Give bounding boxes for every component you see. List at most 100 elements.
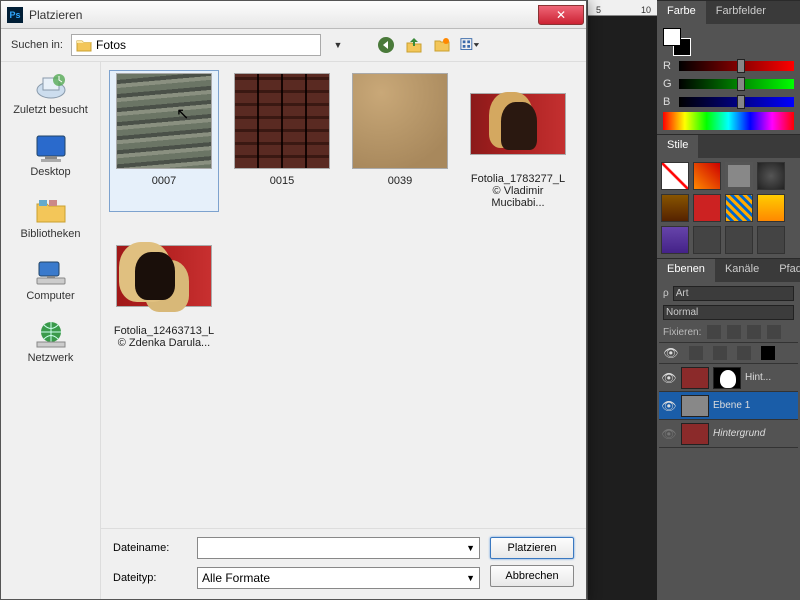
style-swatch[interactable] [757,162,785,190]
file-item[interactable]: 0015 [227,70,337,212]
style-swatch[interactable] [757,194,785,222]
eye-icon: 👁 [663,346,679,360]
filter-type-icon[interactable] [737,346,751,360]
file-label: Fotolia_1783277_L © Vladimir Mucibabi... [466,173,570,209]
channel-g-label: G [663,78,673,90]
r-slider[interactable] [679,61,794,71]
filter-adjust-icon[interactable] [713,346,727,360]
style-swatch[interactable] [693,194,721,222]
up-icon[interactable] [403,34,425,56]
channel-r-label: R [663,60,673,72]
lock-position-icon[interactable] [747,325,761,339]
filename-input[interactable]: ▼ [197,537,480,559]
file-item[interactable]: Fotolia_12463713_L © Zdenka Darula... [109,222,219,352]
layer-thumbnail[interactable] [681,395,709,417]
dropdown-arrow-icon[interactable]: ▼ [329,34,347,56]
layer-thumbnail[interactable] [681,367,709,389]
tab-kanaele[interactable]: Kanäle [715,259,769,282]
visibility-icon[interactable]: 👁 [661,427,677,441]
file-item[interactable]: Fotolia_1783277_L © Vladimir Mucibabi... [463,70,573,212]
sidebar-item-network[interactable]: Netzwerk [6,316,96,366]
sidebar-item-computer[interactable]: Computer [6,254,96,304]
filter-shape-icon[interactable] [761,346,775,360]
sidebar-item-recent[interactable]: Zuletzt besucht [6,68,96,118]
tab-ebenen[interactable]: Ebenen [657,259,715,282]
filename-label: Dateiname: [113,542,189,554]
lock-pixels-icon[interactable] [727,325,741,339]
foreground-background-swatch[interactable] [663,28,691,56]
b-slider[interactable] [679,97,794,107]
filter-pixel-icon[interactable] [689,346,703,360]
color-panel-tabs: Farbe Farbfelder [657,0,800,24]
sidebar-item-libraries[interactable]: Bibliotheken [6,192,96,242]
blend-mode-select[interactable]: Normal [663,305,794,320]
search-in-label: Suchen in: [11,39,63,51]
layer-name[interactable]: Hintergrund [713,428,796,439]
close-button[interactable]: ✕ [538,5,584,25]
g-slider[interactable] [679,79,794,89]
file-label: 0015 [230,175,334,187]
style-swatch[interactable] [693,162,721,190]
style-none[interactable] [661,162,689,190]
file-item[interactable]: 0039 [345,70,455,212]
filetype-label: Dateityp: [113,572,189,584]
app-icon: Ps [7,7,23,23]
place-button[interactable]: Platzieren [490,537,574,559]
spectrum-picker[interactable] [663,112,794,130]
layer-mask-thumbnail[interactable] [713,367,741,389]
sidebar-item-desktop[interactable]: Desktop [6,130,96,180]
file-thumbnail [352,73,448,169]
new-folder-icon[interactable] [431,34,453,56]
layer-thumbnail[interactable] [681,423,709,445]
folder-name: Fotos [96,38,126,52]
places-sidebar: Zuletzt besucht Desktop Bibliotheken Com… [1,62,101,599]
file-item[interactable]: 0007 [109,70,219,212]
canvas-area [588,16,658,600]
style-swatch[interactable] [725,194,753,222]
file-label: 0039 [348,175,452,187]
tab-stile[interactable]: Stile [657,135,698,158]
sidebar-item-label: Bibliotheken [21,228,81,240]
file-thumbnail [116,73,212,169]
visibility-icon[interactable]: 👁 [661,371,677,385]
sidebar-item-label: Netzwerk [28,352,74,364]
lock-transparent-icon[interactable] [707,325,721,339]
view-menu-icon[interactable] [459,34,481,56]
folder-dropdown[interactable]: Fotos [71,34,321,56]
cancel-button[interactable]: Abbrechen [490,565,574,587]
layer-row[interactable]: 👁 Hint... [659,364,798,392]
channel-b-label: B [663,96,673,108]
place-dialog: Ps Platzieren ✕ Suchen in: Fotos ▼ Zulet… [0,0,587,600]
layer-row[interactable]: 👁 Hintergrund [659,420,798,448]
styles-grid [657,158,800,258]
layer-name[interactable]: Hint... [745,372,796,383]
dialog-title: Platzieren [29,8,538,22]
tab-farbe[interactable]: Farbe [657,1,706,24]
sidebar-item-label: Zuletzt besucht [13,104,88,116]
tab-pfade[interactable]: Pfade [769,259,800,282]
layer-name[interactable]: Ebene 1 [713,400,796,411]
lock-all-icon[interactable] [767,325,781,339]
file-grid: 0007 0015 0039 Fotolia_1783277_L © Vladimir… [101,62,586,528]
tab-farbfelder[interactable]: Farbfelder [706,1,776,24]
style-swatch[interactable] [757,226,785,254]
close-icon: ✕ [556,8,566,22]
style-swatch[interactable] [725,226,753,254]
sidebar-item-label: Desktop [30,166,70,178]
style-swatch[interactable] [661,194,689,222]
style-swatch[interactable] [693,226,721,254]
layer-filter-select[interactable]: Art [673,286,794,301]
back-icon[interactable] [375,34,397,56]
lock-label: Fixieren: [663,327,701,338]
layer-row[interactable]: 👁 Ebene 1 [659,392,798,420]
titlebar[interactable]: Ps Platzieren ✕ [1,1,586,29]
style-swatch[interactable] [661,226,689,254]
layer-list: 👁 Hint... 👁 Ebene 1 👁 Hintergrund [659,364,798,448]
file-label: Fotolia_12463713_L © Zdenka Darula... [112,325,216,349]
file-thumbnail [234,73,330,169]
folder-icon [76,38,92,52]
visibility-icon[interactable]: 👁 [661,399,677,413]
style-swatch[interactable] [725,162,753,190]
file-label: 0007 [112,175,216,187]
filetype-select[interactable]: Alle Formate▼ [197,567,480,589]
